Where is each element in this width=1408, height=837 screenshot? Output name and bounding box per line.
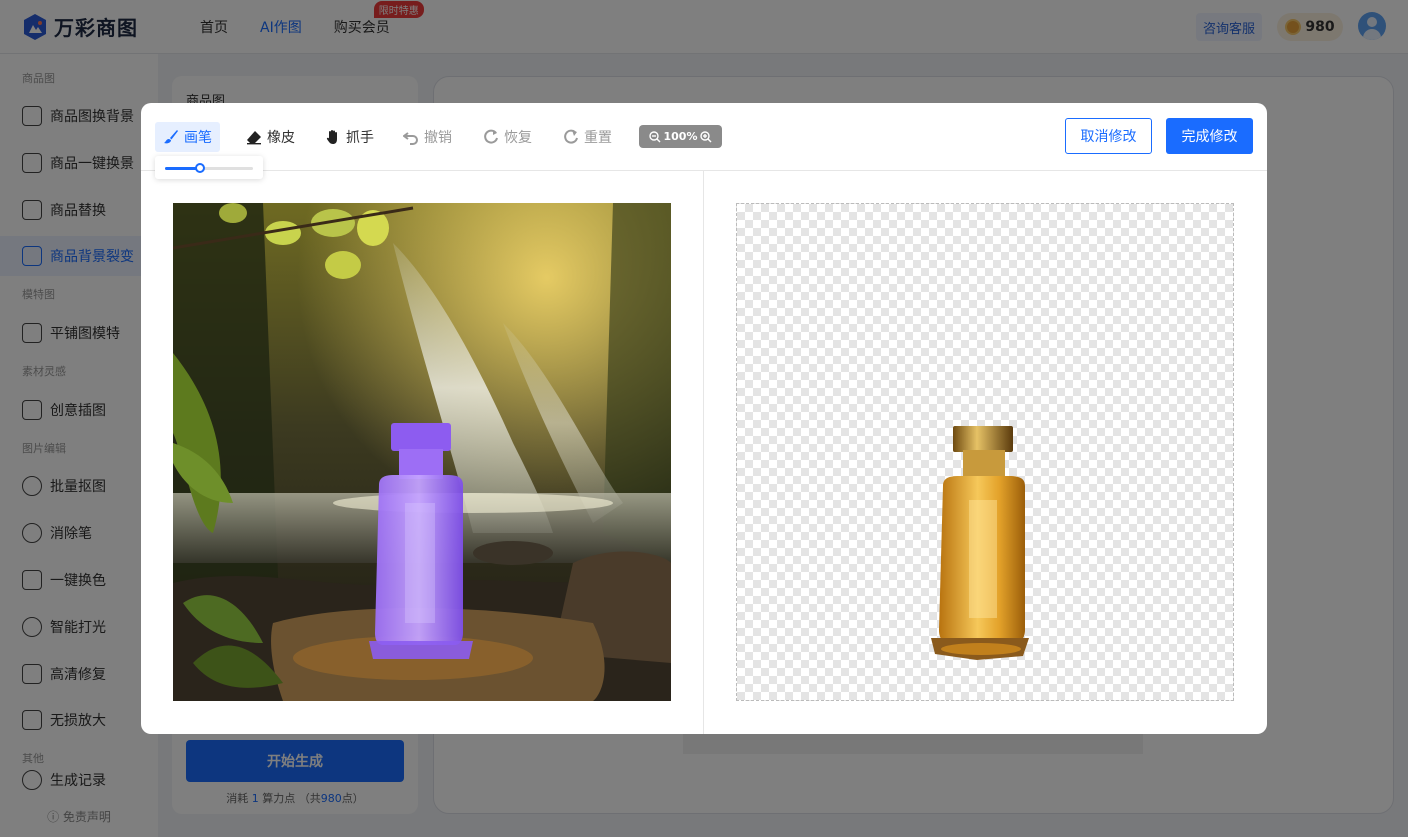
tool-brush-label: 画笔 (184, 130, 212, 146)
eraser-icon (247, 131, 261, 145)
tool-brush[interactable]: 画笔 (155, 122, 220, 152)
cutout-preview (736, 203, 1234, 701)
zoom-out-icon (648, 130, 660, 142)
tool-hand[interactable]: 抓手 (317, 122, 382, 152)
zoom-in-icon (700, 130, 712, 142)
zoom-level: 100% (663, 130, 698, 143)
brush-size-slider[interactable] (165, 163, 253, 173)
tool-undo-label: 撤销 (424, 130, 452, 146)
edit-toolbar: 画笔 橡皮 抓手 撤销 恢复 重置 100% 取消修改 完成修改 (141, 103, 1267, 171)
brush-size-handle[interactable] (195, 163, 206, 173)
redo-icon (484, 129, 498, 144)
scene-image (173, 203, 671, 701)
zoom-control[interactable]: 100% (639, 125, 722, 148)
cancel-edit-button[interactable]: 取消修改 (1065, 118, 1152, 154)
undo-icon (403, 132, 418, 145)
reset-icon (564, 129, 578, 144)
hand-icon (326, 130, 337, 144)
brush-size-popover (155, 156, 263, 179)
tool-reset-label: 重置 (584, 130, 612, 146)
tool-redo[interactable]: 恢复 (475, 122, 540, 152)
canvas-divider (703, 171, 704, 734)
tool-undo[interactable]: 撤销 (395, 122, 460, 152)
mask-canvas[interactable] (173, 203, 671, 701)
mask-edit-modal: 画笔 橡皮 抓手 撤销 恢复 重置 100% 取消修改 完成修改 (141, 103, 1267, 734)
tool-hand-label: 抓手 (346, 130, 374, 146)
cutout-image (931, 426, 1029, 660)
brush-icon (164, 130, 178, 144)
tool-eraser[interactable]: 橡皮 (238, 122, 303, 152)
tool-redo-label: 恢复 (504, 130, 532, 146)
tool-eraser-label: 橡皮 (267, 130, 295, 146)
confirm-edit-button[interactable]: 完成修改 (1166, 118, 1253, 154)
tool-reset[interactable]: 重置 (555, 122, 620, 152)
